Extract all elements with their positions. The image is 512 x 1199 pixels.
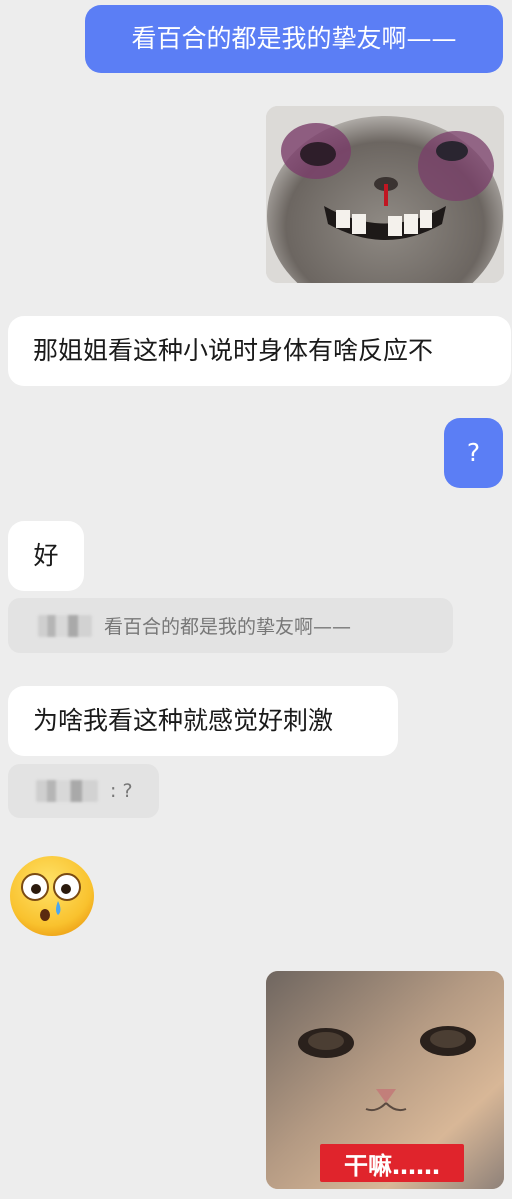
outgoing-message-bubble[interactable]: ? [444,418,503,488]
message-text: 为啥我看这种就感觉好刺激 [33,706,334,735]
caption-text: 干嘛…… [344,1151,440,1180]
incoming-message-bubble[interactable]: 好 [8,521,84,591]
incoming-message-bubble[interactable]: 那姐姐看这种小说时身体有啥反应不 [8,316,511,386]
blurred-sender-name [38,614,92,637]
cat-sticker-image[interactable]: 干嘛…… [266,971,504,1189]
message-text: 看百合的都是我的挚友啊—— [131,24,457,53]
blurred-sender-name [36,780,98,802]
incoming-message-bubble[interactable]: 为啥我看这种就感觉好刺激 [8,686,398,756]
message-text: 那姐姐看这种小说时身体有啥反应不 [33,336,434,365]
quoted-text: 看百合的都是我的挚友啊—— [104,616,352,638]
cat-face-illustration [266,106,504,283]
quoted-message[interactable]: : ? [8,764,159,818]
message-text: 好 [33,541,59,570]
quoted-message[interactable]: 看百合的都是我的挚友啊—— [8,598,453,653]
sticker-caption: 干嘛…… [320,1144,464,1182]
flushed-emoji-icon[interactable] [8,855,96,937]
outgoing-message-bubble[interactable]: 看百合的都是我的挚友啊—— [85,5,503,73]
cat-sticker-image[interactable] [266,106,504,283]
message-text: ? [466,438,481,467]
quoted-text: : ? [110,780,133,802]
